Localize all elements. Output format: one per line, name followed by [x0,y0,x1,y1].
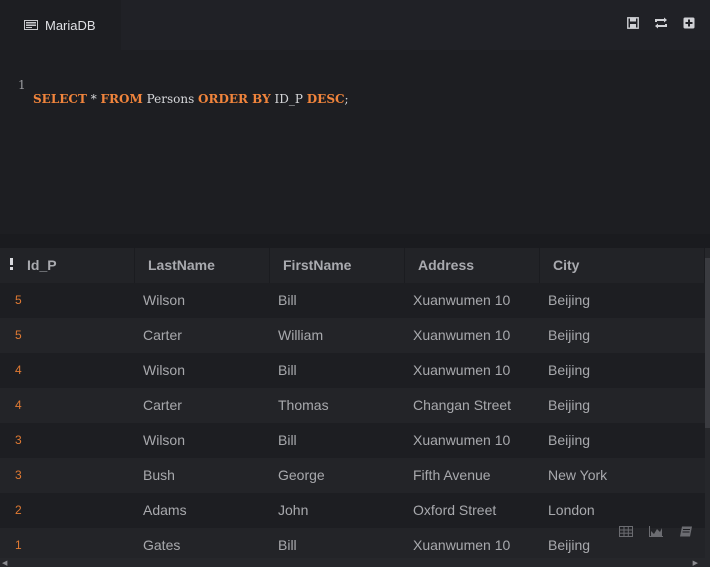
scrollbar-thumb[interactable] [705,258,710,428]
cell-city: London [548,502,595,518]
save-icon[interactable] [625,15,640,30]
column-header-lastname[interactable]: LastName [135,248,270,283]
cell-firstname: Thomas [278,397,329,413]
cell-lastname: Carter [143,397,182,413]
cell-city: New York [548,467,608,483]
code-line: 1 SELECT * FROM Persons ORDER BY ID_P DE… [0,64,349,120]
column-header-label: Id_P [27,257,57,273]
add-icon[interactable] [681,15,696,30]
sql-text: * [86,92,101,106]
top-bar: MariaDB [0,0,710,50]
sql-text: ; [344,92,349,106]
horizontal-scrollbar[interactable]: ◀ ▶ [0,558,710,567]
cell-address: Oxford Street [413,502,497,518]
database-icon [24,20,38,30]
cell-id-p: 2 [15,503,22,517]
cell-firstname: Bill [278,292,297,308]
sql-editor[interactable]: 1 SELECT * FROM Persons ORDER BY ID_P DE… [0,50,710,234]
chart-view-icon[interactable] [648,524,664,538]
cell-city: Beijing [548,397,591,413]
line-number: 1 [18,78,26,92]
cell-address: Xuanwumen 10 [413,362,511,378]
cell-address: Changan Street [413,397,512,413]
cell-firstname: Bill [278,432,297,448]
sql-keyword: FROM [100,92,143,106]
cell-address: Xuanwumen 10 [413,537,511,553]
cell-id-p: 5 [15,293,22,307]
cell-lastname: Gates [143,537,181,553]
sql-text: ID_P [270,92,307,106]
column-header-label: Address [418,257,475,273]
sql-keyword: DESC [306,92,345,106]
results-table: Id_P LastName FirstName Address City 5 Wilson… [0,248,705,558]
sql-keyword: ORDER BY [198,92,271,106]
tab-label: MariaDB [45,17,96,33]
cell-id-p: 3 [15,468,22,482]
column-header-id-p[interactable]: Id_P [0,248,135,283]
cell-firstname: John [278,502,309,518]
cell-address: Xuanwumen 10 [413,327,511,343]
column-header-label: City [553,257,580,273]
cell-lastname: Wilson [143,292,186,308]
cell-lastname: Bush [143,467,175,483]
cell-firstname: William [278,327,324,343]
cell-address: Fifth Avenue [413,467,491,483]
cell-city: Beijing [548,327,591,343]
column-header-label: FirstName [283,257,352,273]
vertical-scrollbar[interactable] [705,248,710,558]
pane-splitter[interactable] [0,234,710,248]
cell-address: Xuanwumen 10 [413,432,511,448]
table-view-icon[interactable] [618,524,634,538]
column-header-firstname[interactable]: FirstName [270,248,405,283]
sql-code: SELECT * FROM Persons ORDER BY ID_P DESC… [33,92,349,106]
cell-lastname: Wilson [143,432,186,448]
export-icon[interactable] [678,524,694,538]
cell-id-p: 4 [15,398,22,412]
table-row[interactable]: 4 Carter Thomas Changan Street Beijing [0,388,705,423]
tab-mariadb[interactable]: MariaDB [0,0,121,50]
cell-lastname: Carter [143,327,182,343]
scroll-left-icon[interactable]: ◀ [2,559,7,567]
cell-id-p: 4 [15,363,22,377]
table-row[interactable]: 2 Adams John Oxford Street London [0,493,705,528]
toolbar [625,15,696,30]
cell-lastname: Adams [143,502,187,518]
column-header-label: LastName [148,257,215,273]
table-row[interactable]: 1 Gates Bill Xuanwumen 10 Beijing [0,528,705,558]
cell-city: Beijing [548,292,591,308]
table-row[interactable]: 5 Wilson Bill Xuanwumen 10 Beijing [0,283,705,318]
view-switcher [618,524,694,538]
cell-firstname: George [278,467,325,483]
cell-city: Beijing [548,362,591,378]
table-row[interactable]: 4 Wilson Bill Xuanwumen 10 Beijing [0,353,705,388]
table-row[interactable]: 3 Bush George Fifth Avenue New York [0,458,705,493]
scroll-right-icon[interactable]: ▶ [693,559,698,567]
column-header-address[interactable]: Address [405,248,540,283]
table-row[interactable]: 3 Wilson Bill Xuanwumen 10 Beijing [0,423,705,458]
cell-id-p: 3 [15,433,22,447]
column-header-city[interactable]: City [540,248,705,283]
cell-city: Beijing [548,432,591,448]
table-row[interactable]: 5 Carter William Xuanwumen 10 Beijing [0,318,705,353]
cell-firstname: Bill [278,537,297,553]
cell-lastname: Wilson [143,362,186,378]
sql-text: Persons [142,92,199,106]
sql-keyword: SELECT [33,92,87,106]
table-header: Id_P LastName FirstName Address City [0,248,705,283]
refresh-icon[interactable] [653,15,668,30]
cell-id-p: 5 [15,328,22,342]
cell-city: Beijing [548,537,591,553]
cell-id-p: 1 [15,538,22,552]
cell-address: Xuanwumen 10 [413,292,511,308]
cell-firstname: Bill [278,362,297,378]
